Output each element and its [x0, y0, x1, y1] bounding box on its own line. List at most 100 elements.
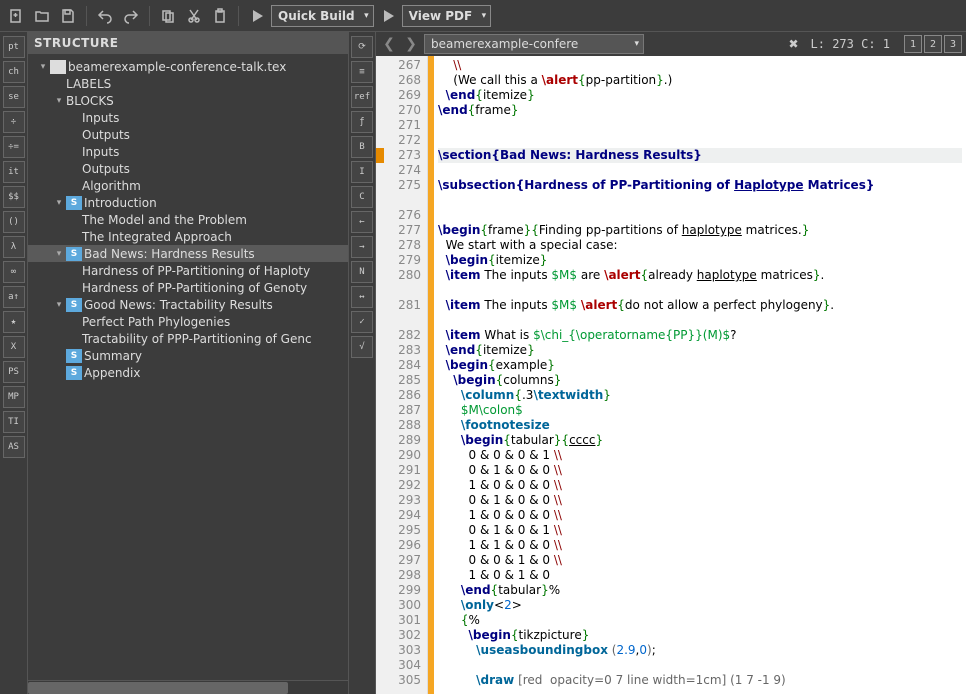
code-line-290[interactable]: 0 & 0 & 0 & 1 \\: [438, 448, 962, 463]
editor-tool-N[interactable]: N: [351, 261, 373, 283]
code-line-283[interactable]: \end{itemize}: [438, 343, 962, 358]
tree-item[interactable]: SSummary: [28, 347, 348, 364]
tree-item[interactable]: Hardness of PP-Partitioning of Haploty: [28, 262, 348, 279]
code-editor[interactable]: \\ (We call this a \alert{pp-partition}.…: [434, 56, 966, 694]
left-tool-it[interactable]: it: [3, 161, 25, 183]
code-line-291[interactable]: 0 & 1 & 0 & 0 \\: [438, 463, 962, 478]
code-line-274[interactable]: [438, 163, 962, 178]
code-line-288[interactable]: \footnotesize: [438, 418, 962, 433]
code-line-304[interactable]: [438, 658, 962, 673]
code-line-300[interactable]: \only<2>: [438, 598, 962, 613]
left-tool-÷=[interactable]: ÷=: [3, 136, 25, 158]
paste-icon[interactable]: [208, 4, 232, 28]
left-tool-X[interactable]: X: [3, 336, 25, 358]
left-tool-PS[interactable]: PS: [3, 361, 25, 383]
editor-tool-B[interactable]: B: [351, 136, 373, 158]
code-line-293[interactable]: 0 & 1 & 0 & 0 \\: [438, 493, 962, 508]
undo-icon[interactable]: [93, 4, 117, 28]
line-number-gutter[interactable]: 267268269270271272273274275 276277278279…: [376, 56, 428, 694]
editor-tool-ƒ[interactable]: ƒ: [351, 111, 373, 133]
editor-tool-←[interactable]: ←: [351, 211, 373, 233]
code-line-299[interactable]: \end{tabular}%: [438, 583, 962, 598]
quick-build-dropdown[interactable]: Quick Build: [271, 5, 374, 27]
code-line-280[interactable]: \item The inputs $M$ are \alert{already …: [438, 268, 962, 298]
code-line-305[interactable]: \draw [red opacity=0 7 line width=1cm] (…: [438, 673, 962, 688]
left-tool-÷[interactable]: ÷: [3, 111, 25, 133]
tab-close-icon[interactable]: ✖: [788, 37, 798, 51]
structure-tree[interactable]: ▾beamerexample-conference-talk.texLABELS…: [28, 54, 348, 680]
code-line-268[interactable]: (We call this a \alert{pp-partition}.): [438, 73, 962, 88]
left-tool-∞[interactable]: ∞: [3, 261, 25, 283]
code-line-301[interactable]: {%: [438, 613, 962, 628]
new-file-icon[interactable]: [4, 4, 28, 28]
cut-icon[interactable]: [182, 4, 206, 28]
tree-item[interactable]: ▾SGood News: Tractability Results: [28, 296, 348, 313]
left-tool-a↑[interactable]: a↑: [3, 286, 25, 308]
left-tool-()[interactable]: (): [3, 211, 25, 233]
editor-tool-⟳[interactable]: ⟳: [351, 36, 373, 58]
code-line-292[interactable]: 1 & 0 & 0 & 0 \\: [438, 478, 962, 493]
editor-tool-≡[interactable]: ≡: [351, 61, 373, 83]
redo-icon[interactable]: [119, 4, 143, 28]
left-tool-$$[interactable]: $$: [3, 186, 25, 208]
editor-tool-✓[interactable]: ✓: [351, 311, 373, 333]
view-pdf-dropdown[interactable]: View PDF: [402, 5, 492, 27]
tree-item[interactable]: Inputs: [28, 143, 348, 160]
code-line-267[interactable]: \\: [438, 58, 962, 73]
code-line-295[interactable]: 0 & 1 & 0 & 1 \\: [438, 523, 962, 538]
code-line-303[interactable]: \useasboundingbox (2.9,0);: [438, 643, 962, 658]
nav-back-icon[interactable]: ❮: [380, 36, 398, 52]
code-line-271[interactable]: [438, 118, 962, 133]
left-tool-ch[interactable]: ch: [3, 61, 25, 83]
code-line-286[interactable]: \column{.3\textwidth}: [438, 388, 962, 403]
code-line-269[interactable]: \end{itemize}: [438, 88, 962, 103]
tree-item[interactable]: Outputs: [28, 126, 348, 143]
editor-tool-I[interactable]: I: [351, 161, 373, 183]
left-tool-MP[interactable]: MP: [3, 386, 25, 408]
open-file-icon[interactable]: [30, 4, 54, 28]
code-line-279[interactable]: \begin{itemize}: [438, 253, 962, 268]
tree-item[interactable]: Outputs: [28, 160, 348, 177]
left-tool-pt[interactable]: pt: [3, 36, 25, 58]
document-tab[interactable]: beamerexample-confere: [424, 34, 644, 54]
tree-item[interactable]: The Model and the Problem: [28, 211, 348, 228]
code-line-272[interactable]: [438, 133, 962, 148]
code-line-270[interactable]: \end{frame}: [438, 103, 962, 118]
split-view-2[interactable]: 2: [924, 35, 942, 53]
code-line-294[interactable]: 1 & 0 & 0 & 0 \\: [438, 508, 962, 523]
tree-item[interactable]: ▾beamerexample-conference-talk.tex: [28, 58, 348, 75]
build-play-icon[interactable]: [245, 4, 269, 28]
split-view-1[interactable]: 1: [904, 35, 922, 53]
tree-item[interactable]: ▾SIntroduction: [28, 194, 348, 211]
code-line-297[interactable]: 0 & 0 & 1 & 0 \\: [438, 553, 962, 568]
tree-item[interactable]: Perfect Path Phylogenies: [28, 313, 348, 330]
tree-item[interactable]: ▾SBad News: Hardness Results: [28, 245, 348, 262]
structure-h-scrollbar[interactable]: [28, 680, 348, 694]
split-view-3[interactable]: 3: [944, 35, 962, 53]
editor-tool-ref[interactable]: ref: [351, 86, 373, 108]
tree-item[interactable]: Algorithm: [28, 177, 348, 194]
editor-tool-√[interactable]: √: [351, 336, 373, 358]
editor-tool-C[interactable]: C: [351, 186, 373, 208]
nav-forward-icon[interactable]: ❯: [402, 36, 420, 52]
code-line-287[interactable]: $M\colon$: [438, 403, 962, 418]
left-tool-TI[interactable]: TI: [3, 411, 25, 433]
code-line-284[interactable]: \begin{example}: [438, 358, 962, 373]
tree-item[interactable]: SAppendix: [28, 364, 348, 381]
tree-item[interactable]: ▾BLOCKS: [28, 92, 348, 109]
code-line-298[interactable]: 1 & 0 & 1 & 0: [438, 568, 962, 583]
editor-tool-↔[interactable]: ↔: [351, 286, 373, 308]
tree-item[interactable]: Inputs: [28, 109, 348, 126]
view-play-icon[interactable]: [376, 4, 400, 28]
code-line-273[interactable]: \section{Bad News: Hardness Results}: [438, 148, 962, 163]
code-line-281[interactable]: \item The inputs $M$ \alert{do not allow…: [438, 298, 962, 328]
code-line-289[interactable]: \begin{tabular}{cccc}: [438, 433, 962, 448]
code-line-302[interactable]: \begin{tikzpicture}: [438, 628, 962, 643]
code-line-282[interactable]: \item What is $\chi_{\operatorname{PP}}(…: [438, 328, 962, 343]
copy-icon[interactable]: [156, 4, 180, 28]
tree-item[interactable]: The Integrated Approach: [28, 228, 348, 245]
left-tool-λ[interactable]: λ: [3, 236, 25, 258]
code-line-285[interactable]: \begin{columns}: [438, 373, 962, 388]
code-line-275[interactable]: \subsection{Hardness of PP-Partitioning …: [438, 178, 962, 208]
save-file-icon[interactable]: [56, 4, 80, 28]
